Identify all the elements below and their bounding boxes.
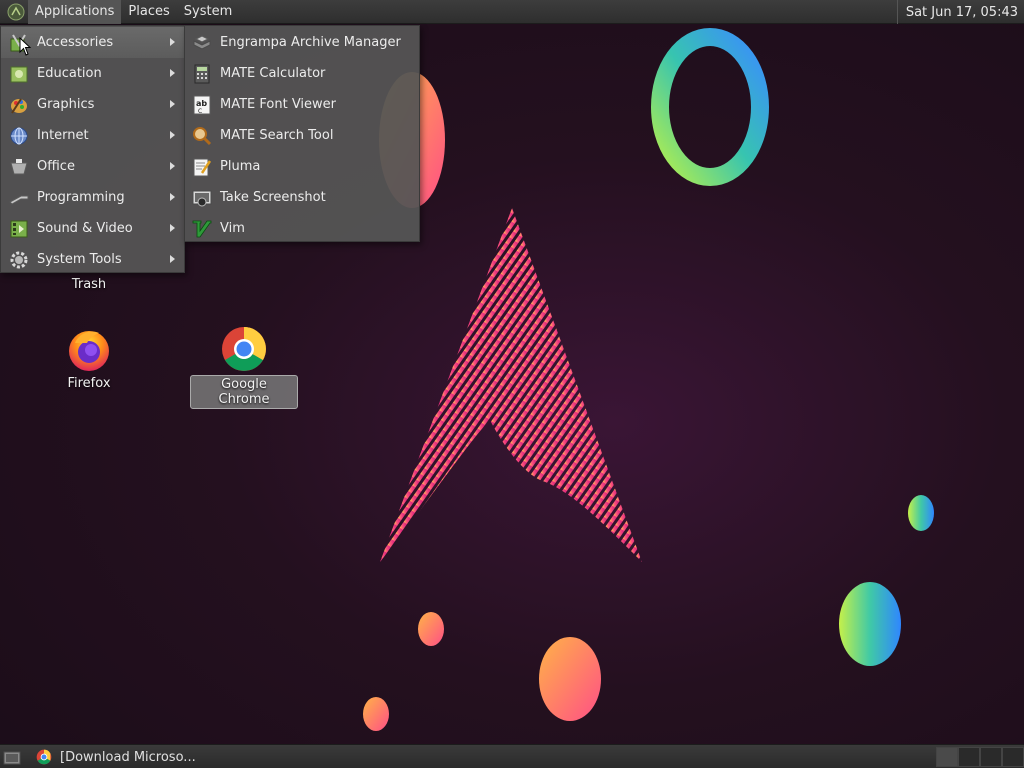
- graphics-icon: [9, 95, 29, 115]
- svg-text:C: C: [198, 108, 202, 115]
- submenu-item-pluma[interactable]: Pluma: [185, 151, 419, 182]
- show-desktop-icon[interactable]: [3, 749, 21, 765]
- desktop-icon-label: Trash: [71, 277, 107, 292]
- accessories-submenu: Engrampa Archive Manager MATE Calculator…: [184, 25, 420, 242]
- screenshot-icon: [192, 188, 212, 208]
- desktop-icon-trash[interactable]: Trash: [58, 276, 120, 293]
- calculator-icon: [192, 64, 212, 84]
- font-viewer-icon: ab C: [192, 95, 212, 115]
- places-menu[interactable]: Places: [121, 0, 176, 24]
- menu-item-label: Education: [37, 66, 102, 81]
- chrome-icon: [222, 327, 266, 371]
- submenu-item-label: Vim: [220, 221, 245, 236]
- menu-item-label: Internet: [37, 128, 89, 143]
- system-tools-icon: [9, 250, 29, 270]
- submenu-arrow-icon: [170, 131, 175, 139]
- menu-item-label: Sound & Video: [37, 221, 133, 236]
- menu-item-sound-video[interactable]: Sound & Video: [1, 213, 184, 244]
- submenu-item-label: MATE Calculator: [220, 66, 326, 81]
- menu-item-label: Accessories: [37, 35, 114, 50]
- submenu-item-search-tool[interactable]: MATE Search Tool: [185, 120, 419, 151]
- submenu-item-font-viewer[interactable]: ab C MATE Font Viewer: [185, 89, 419, 120]
- internet-icon: [9, 126, 29, 146]
- workspace-1[interactable]: [936, 747, 958, 767]
- education-icon: [9, 64, 29, 84]
- submenu-arrow-icon: [170, 224, 175, 232]
- submenu-arrow-icon: [170, 69, 175, 77]
- submenu-arrow-icon: [170, 255, 175, 263]
- desktop-icon-label: Firefox: [67, 376, 111, 391]
- taskbar-window-label: [Download Microso...: [60, 749, 196, 765]
- mate-logo-icon[interactable]: [4, 0, 28, 24]
- top-panel: Applications Places System Sat Jun 17, 0…: [0, 0, 1024, 24]
- text-editor-icon: [192, 157, 212, 177]
- submenu-arrow-icon: [170, 162, 175, 170]
- workspace-2[interactable]: [958, 747, 980, 767]
- submenu-item-label: MATE Font Viewer: [220, 97, 337, 112]
- office-icon: [9, 157, 29, 177]
- submenu-item-take-screenshot[interactable]: Take Screenshot: [185, 182, 419, 213]
- firefox-icon: [69, 331, 109, 371]
- vim-icon: [192, 219, 212, 239]
- submenu-item-label: MATE Search Tool: [220, 128, 334, 143]
- submenu-item-label: Take Screenshot: [220, 190, 326, 205]
- system-menu[interactable]: System: [177, 0, 239, 24]
- chrome-icon: [36, 749, 52, 765]
- menu-item-label: System Tools: [37, 252, 122, 267]
- taskbar-window-button[interactable]: [Download Microso...: [32, 746, 282, 768]
- menu-item-system-tools[interactable]: System Tools: [1, 244, 184, 275]
- archive-manager-icon: [192, 33, 212, 53]
- mouse-cursor-icon: [19, 37, 32, 56]
- desktop-icon-google-chrome[interactable]: Google Chrome: [190, 325, 298, 409]
- clock[interactable]: Sat Jun 17, 05:43: [896, 0, 1024, 24]
- programming-icon: [9, 188, 29, 208]
- workspace-4[interactable]: [1002, 747, 1024, 767]
- submenu-item-label: Engrampa Archive Manager: [220, 35, 401, 50]
- sound-video-icon: [9, 219, 29, 239]
- menu-item-label: Programming: [37, 190, 125, 205]
- search-tool-icon: [192, 126, 212, 146]
- menu-item-label: Office: [37, 159, 75, 174]
- menu-item-label: Graphics: [37, 97, 95, 112]
- menu-item-graphics[interactable]: Graphics: [1, 89, 184, 120]
- workspace-3[interactable]: [980, 747, 1002, 767]
- desktop-icon-firefox[interactable]: Firefox: [55, 325, 123, 392]
- submenu-arrow-icon: [170, 38, 175, 46]
- submenu-item-engrampa[interactable]: Engrampa Archive Manager: [185, 27, 419, 58]
- submenu-arrow-icon: [170, 193, 175, 201]
- menu-item-internet[interactable]: Internet: [1, 120, 184, 151]
- menu-item-education[interactable]: Education: [1, 58, 184, 89]
- applications-dropdown: Accessories Education Graphics Internet …: [0, 25, 185, 273]
- submenu-arrow-icon: [170, 100, 175, 108]
- bottom-panel: [Download Microso...: [0, 744, 1024, 768]
- applications-menu[interactable]: Applications: [28, 0, 122, 24]
- menu-item-programming[interactable]: Programming: [1, 182, 184, 213]
- desktop-icon-label: Google Chrome: [190, 375, 298, 409]
- submenu-item-calculator[interactable]: MATE Calculator: [185, 58, 419, 89]
- submenu-item-vim[interactable]: Vim: [185, 213, 419, 244]
- submenu-item-label: Pluma: [220, 159, 261, 174]
- menu-item-office[interactable]: Office: [1, 151, 184, 182]
- svg-text:ab: ab: [196, 99, 207, 108]
